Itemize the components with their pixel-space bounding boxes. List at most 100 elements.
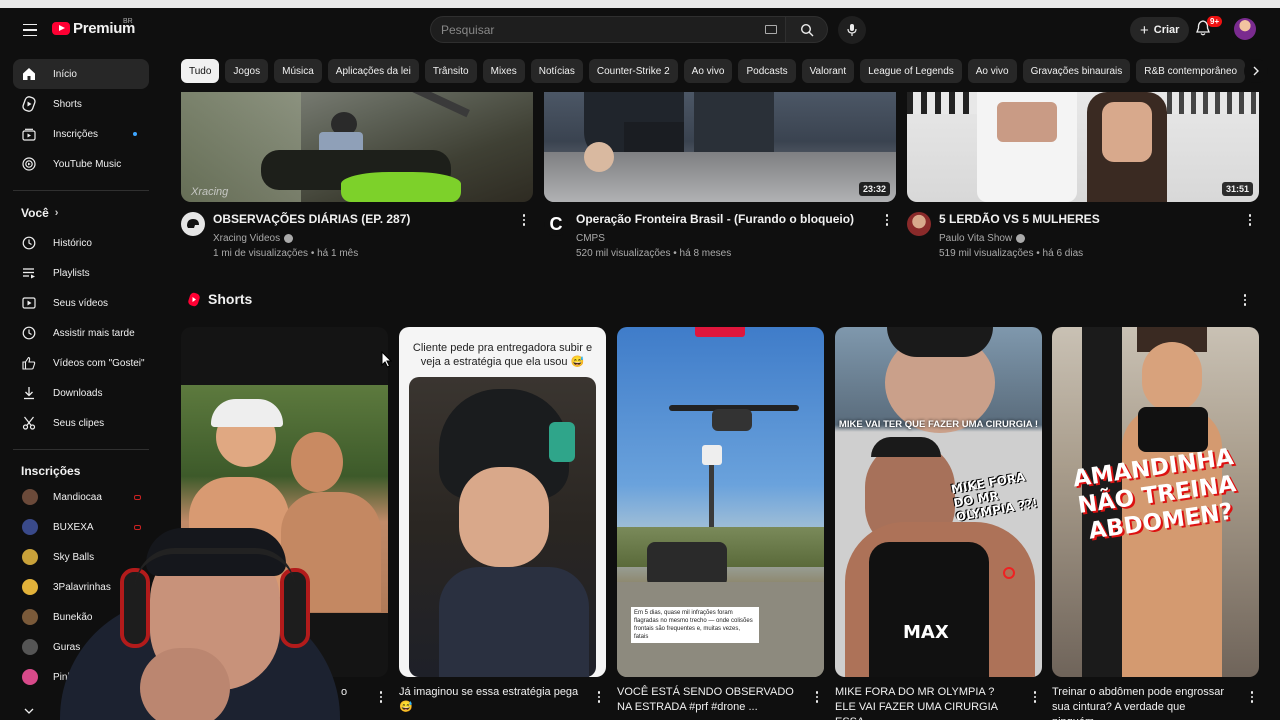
sidebar-item-subscriptions[interactable]: Inscrições (13, 119, 149, 149)
video-channel[interactable]: Paulo Vita Show (939, 233, 1026, 244)
more-options-icon[interactable] (1243, 212, 1257, 228)
channel-avatar[interactable] (907, 212, 931, 236)
chip-rnb-contemporaneo[interactable]: R&B contemporâneo (1136, 59, 1245, 83)
more-options-icon[interactable] (517, 212, 531, 228)
chip-ao-vivo-2[interactable]: Ao vivo (967, 59, 1017, 83)
sidebar-item-your-videos[interactable]: Seus vídeos (13, 288, 149, 318)
notifications-button[interactable]: 9+ (1196, 16, 1223, 41)
chip-aplicacoes-da-lei[interactable]: Aplicações da lei (327, 59, 419, 83)
short-title[interactable]: MIKE FORA DO MR OLYMPIA ? ELE VAI FAZER … (835, 685, 1015, 720)
video-thumbnail[interactable]: 23:32 (544, 92, 896, 202)
video-title[interactable]: Operação Fronteira Brasil - (Furando o b… (576, 212, 876, 226)
mouse-cursor-icon (381, 351, 392, 368)
video-card[interactable]: Xracing OBSERVAÇÕES DIÁRIAS (EP. 287) Xr… (181, 92, 533, 270)
chip-valorant[interactable]: Valorant (801, 59, 855, 83)
sidebar-item-label: YouTube Music (53, 158, 122, 170)
channel-avatar (22, 489, 38, 505)
channel-avatar[interactable]: C (544, 212, 568, 236)
chevron-down-icon[interactable] (24, 702, 34, 720)
more-options-icon[interactable] (880, 212, 894, 228)
chip-mixes[interactable]: Mixes (482, 59, 525, 83)
sidebar-subscription-mandiocaa[interactable]: Mandiocaa (13, 482, 149, 512)
short-shirt-text: MAX (903, 622, 949, 643)
video-card[interactable]: 31:51 5 LERDÃO VS 5 MULHERES Paulo Vita … (907, 92, 1259, 270)
more-options-icon[interactable] (374, 689, 388, 705)
more-options-icon[interactable] (1245, 689, 1259, 705)
menu-icon[interactable] (18, 18, 42, 42)
chip-gravacoes-binaurais[interactable]: Gravações binaurais (1022, 59, 1131, 83)
channel-avatar (22, 549, 38, 565)
more-options-icon[interactable] (810, 689, 824, 705)
notification-badge: 9+ (1207, 16, 1223, 27)
video-title[interactable]: 5 LERDÃO VS 5 MULHERES (939, 212, 1239, 226)
video-title[interactable]: OBSERVAÇÕES DIÁRIAS (EP. 287) (213, 212, 513, 226)
sidebar-you-heading[interactable]: Você › (21, 206, 58, 220)
short-thumbnail[interactable]: Cliente pede pra entregadora subir e vej… (399, 327, 606, 677)
watch-later-icon (21, 325, 37, 341)
sidebar-item-label: Playlists (53, 267, 90, 279)
short-title[interactable]: Treinar o abdômen pode engrossar sua cin… (1052, 685, 1232, 720)
shorts-section-title: Shorts (208, 291, 253, 307)
browser-top-strip (0, 0, 1280, 8)
more-options-icon[interactable] (1238, 292, 1252, 308)
video-watermark: Xracing (191, 186, 229, 198)
sidebar-item-shorts[interactable]: Shorts (13, 89, 149, 119)
history-icon (21, 235, 37, 251)
chip-tudo[interactable]: Tudo (181, 59, 220, 83)
short-thumbnail[interactable]: AMANDINHA NÃO TREINA ABDOMEN? (1052, 327, 1259, 677)
chips-next-button[interactable] (1244, 59, 1268, 83)
channel-name: Xracing Videos (213, 233, 281, 244)
voice-search-button[interactable] (838, 16, 866, 44)
more-options-icon[interactable] (592, 689, 606, 705)
channel-avatar (22, 519, 38, 535)
video-channel[interactable]: CMPS (576, 233, 605, 244)
chip-counter-strike-2[interactable]: Counter-Strike 2 (588, 59, 678, 83)
shorts-icon (21, 96, 37, 112)
filter-chips-bar: Tudo Jogos Música Aplicações da lei Trân… (181, 59, 1245, 83)
account-avatar[interactable] (1234, 18, 1256, 40)
keyboard-icon[interactable] (765, 25, 777, 34)
video-channel[interactable]: Xracing Videos (213, 233, 294, 244)
short-title[interactable]: VOCÊ ESTÁ SENDO OBSERVADO NA ESTRADA #pr… (617, 685, 797, 715)
sidebar-subscriptions-heading: Inscrições (21, 464, 80, 478)
sidebar-item-clips[interactable]: Seus clipes (13, 408, 149, 438)
short-card[interactable]: Cliente pede pra entregadora subir e vej… (399, 327, 606, 713)
plus-icon: + (1140, 21, 1149, 39)
short-title[interactable]: Já imaginou se essa estratégia pega 😅 (399, 685, 579, 715)
chip-noticias[interactable]: Notícias (530, 59, 583, 83)
sidebar-item-label: Downloads (53, 387, 103, 399)
short-thumbnail[interactable]: Em 5 dias, quase mil infrações foram fla… (617, 327, 824, 677)
sidebar-item-watch-later[interactable]: Assistir mais tarde (13, 318, 149, 348)
subscription-label: Mandiocaa (53, 491, 102, 503)
sidebar-item-liked-videos[interactable]: Vídeos com "Gostei" (13, 348, 149, 378)
logo-region: BR (123, 18, 133, 25)
chip-musica[interactable]: Música (274, 59, 322, 83)
create-button[interactable]: + Criar (1130, 17, 1190, 43)
search-input[interactable] (441, 22, 761, 37)
sidebar-item-downloads[interactable]: Downloads (13, 378, 149, 408)
sidebar-item-history[interactable]: Histórico (13, 228, 149, 258)
sidebar-item-home[interactable]: Início (13, 59, 149, 89)
youtube-premium-logo[interactable]: Premium BR (52, 18, 135, 37)
video-card[interactable]: 23:32 C Operação Fronteira Brasil - (Fur… (544, 92, 896, 270)
create-label: Criar (1153, 24, 1180, 36)
video-thumbnail[interactable]: 31:51 (907, 92, 1259, 202)
chip-ao-vivo[interactable]: Ao vivo (683, 59, 733, 83)
sidebar-divider (13, 190, 149, 191)
sidebar-item-playlists[interactable]: Playlists (13, 258, 149, 288)
video-thumbnail[interactable]: Xracing (181, 92, 533, 202)
short-thumbnail[interactable]: MIKE VAI TER QUE FAZER UMA CIRURGIA ! MA… (835, 327, 1042, 677)
subscriptions-heading-label: Inscrições (21, 464, 81, 478)
sidebar-item-youtube-music[interactable]: YouTube Music (13, 149, 149, 179)
sidebar-item-label: Início (53, 68, 77, 80)
chip-jogos[interactable]: Jogos (225, 59, 269, 83)
short-card[interactable]: AMANDINHA NÃO TREINA ABDOMEN? Treinar o … (1052, 327, 1259, 720)
chip-podcasts[interactable]: Podcasts (738, 59, 796, 83)
chip-league-of-legends[interactable]: League of Legends (860, 59, 962, 83)
short-card[interactable]: Em 5 dias, quase mil infrações foram fla… (617, 327, 824, 713)
short-card[interactable]: MIKE VAI TER QUE FAZER UMA CIRURGIA ! MA… (835, 327, 1042, 720)
chip-transito[interactable]: Trânsito (424, 59, 477, 83)
search-button[interactable] (786, 16, 828, 43)
more-options-icon[interactable] (1028, 689, 1042, 705)
channel-avatar[interactable] (181, 212, 205, 236)
